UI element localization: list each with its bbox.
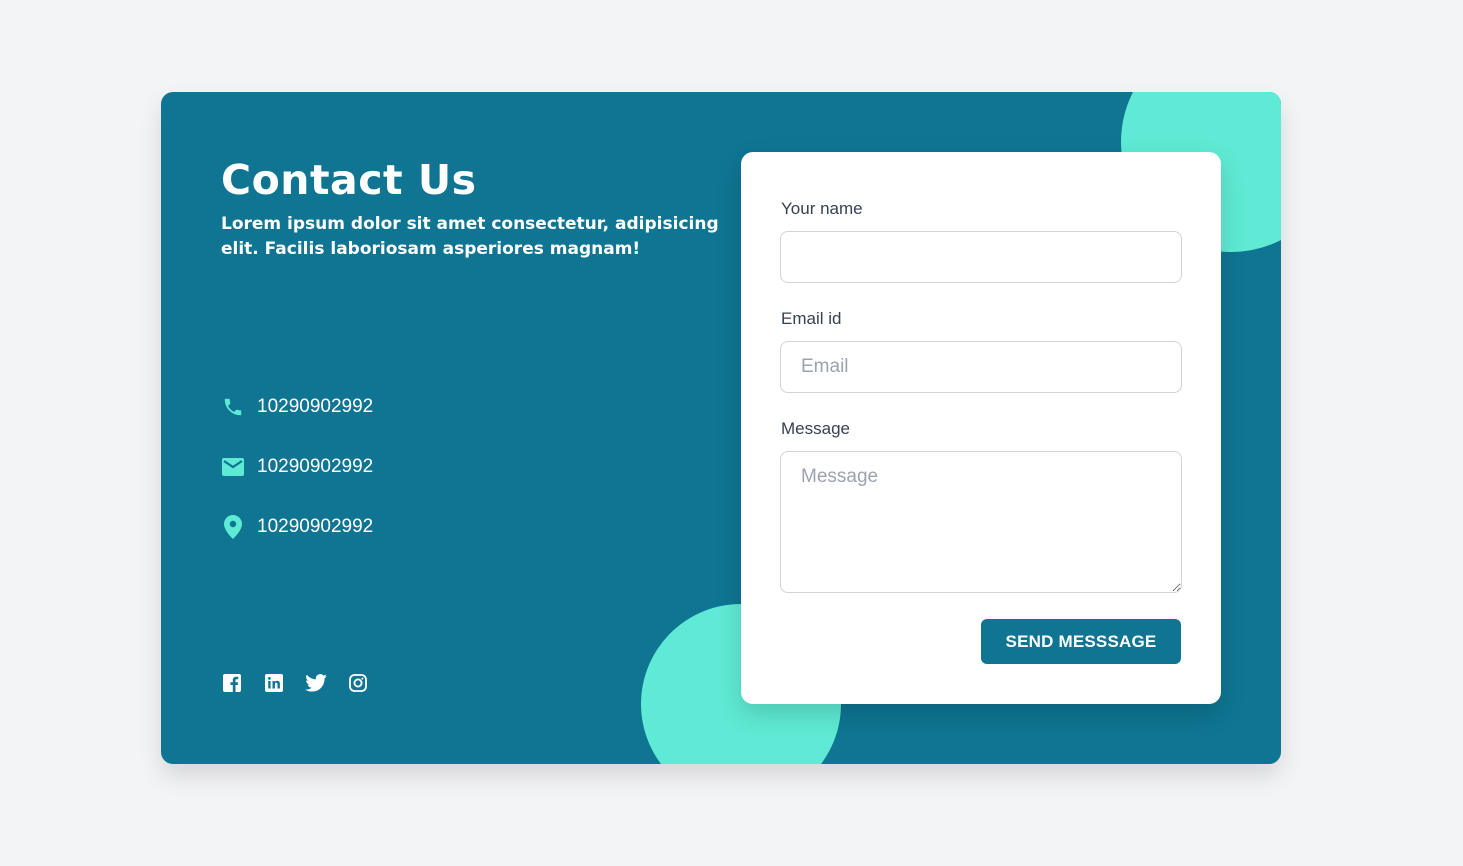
twitter-icon[interactable] [305,672,327,694]
contact-phone-text: 10290902992 [257,396,374,417]
name-input[interactable] [780,231,1182,283]
location-pin-icon [221,515,245,539]
contact-item-email: 10290902992 [221,452,373,482]
contact-item-phone: 10290902992 [221,392,373,422]
contact-form: Your name Email id Message SEND MESSSAGE [741,152,1221,704]
contact-item-location: 10290902992 [221,512,373,542]
email-label: Email id [781,309,842,328]
contact-location-text: 10290902992 [257,516,374,537]
message-label: Message [781,419,850,438]
contact-card: Contact Us Lorem ipsum dolor sit amet co… [161,92,1281,764]
page-title: Contact Us [221,156,477,204]
mail-icon [221,455,245,479]
contact-email-text: 10290902992 [257,456,374,477]
page-subtitle: Lorem ipsum dolor sit amet consectetur, … [221,214,719,259]
message-textarea[interactable] [780,451,1182,593]
instagram-icon[interactable] [347,672,369,694]
phone-icon [221,395,245,419]
contact-info-list: 10290902992 10290902992 10290902992 [221,392,373,572]
name-label: Your name [781,199,863,218]
email-input[interactable] [780,341,1182,393]
linkedin-icon[interactable] [263,672,285,694]
send-message-button[interactable]: SEND MESSSAGE [981,619,1181,664]
facebook-icon[interactable] [221,672,243,694]
social-links [221,672,369,694]
